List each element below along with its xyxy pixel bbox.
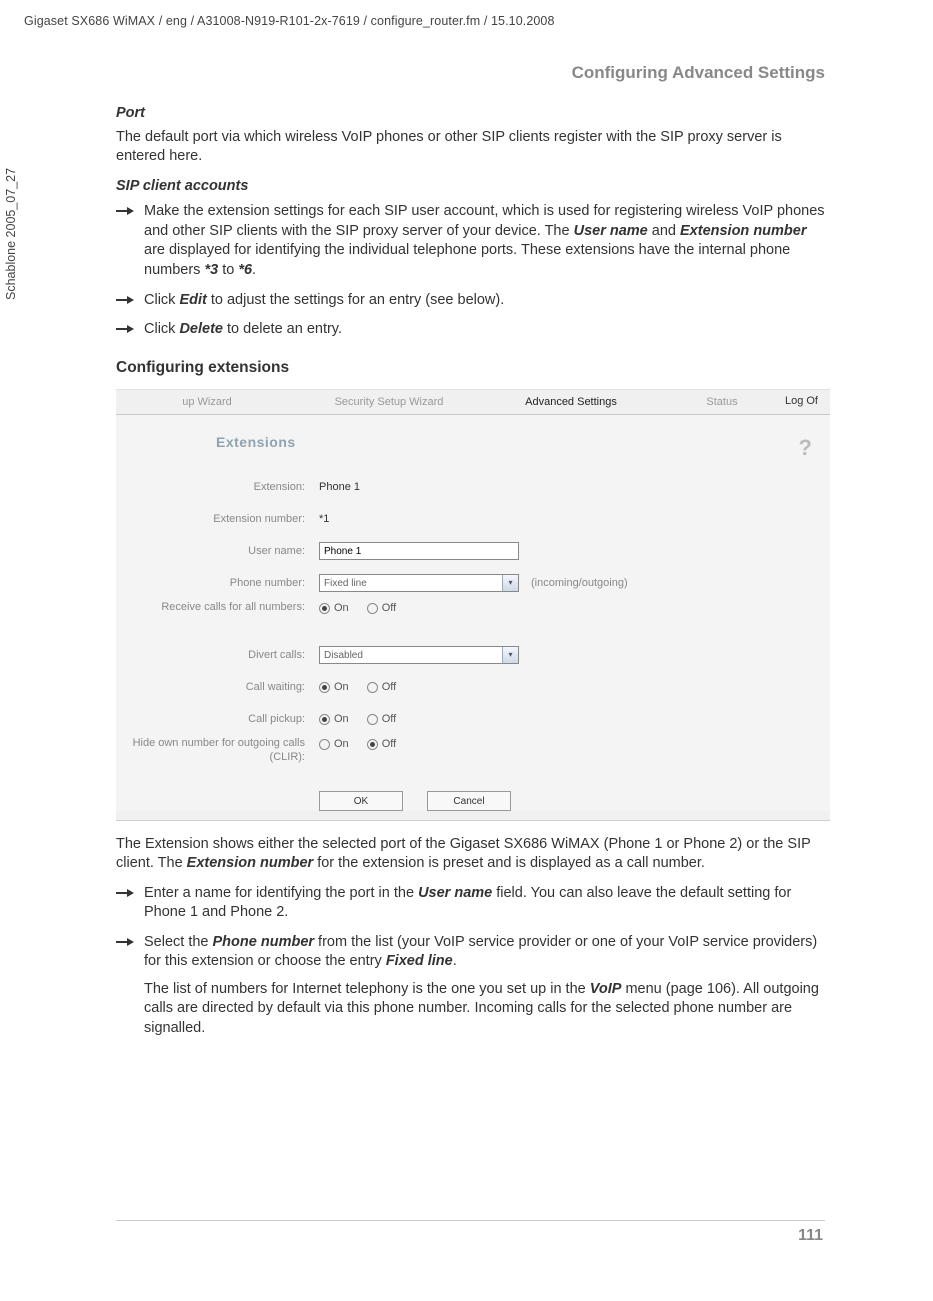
call-pickup-on-radio[interactable]: On bbox=[319, 712, 349, 727]
label-call-pickup: Call pickup: bbox=[116, 713, 319, 726]
step-click-edit: Click Edit to adjust the settings for an… bbox=[116, 291, 830, 311]
label-extension-number: Extension number: bbox=[116, 513, 319, 526]
step-text: Click Delete to delete an entry. bbox=[144, 321, 342, 337]
section-title: Configuring Advanced Settings bbox=[572, 63, 825, 83]
value-extension-number: *1 bbox=[319, 512, 329, 527]
step-select-phone-number: Select the Phone number from the list (y… bbox=[116, 933, 830, 1039]
tab-setup-wizard[interactable]: up Wizard bbox=[116, 395, 298, 410]
step-text: Click Edit to adjust the settings for an… bbox=[144, 292, 504, 308]
label-clir: Hide own number for outgoing calls (CLIR… bbox=[116, 737, 319, 763]
tab-status[interactable]: Status bbox=[662, 395, 782, 410]
paragraph-extension-shows: The Extension shows either the selected … bbox=[116, 835, 830, 874]
arrow-icon bbox=[116, 324, 134, 334]
label-phone-number: Phone number: bbox=[116, 577, 319, 590]
step-text: Select the Phone number from the list (y… bbox=[144, 934, 830, 1036]
paragraph-port: The default port via which wireless VoIP… bbox=[116, 128, 830, 167]
call-waiting-off-radio[interactable]: Off bbox=[367, 680, 396, 695]
panel-title: Extensions bbox=[216, 433, 830, 452]
user-name-input[interactable] bbox=[319, 542, 519, 560]
heading-configuring-extensions: Configuring extensions bbox=[116, 358, 830, 379]
clir-off-radio[interactable]: Off bbox=[367, 737, 396, 752]
tab-bar: up Wizard Security Setup Wizard Advanced… bbox=[116, 392, 830, 414]
step-text: Enter a name for identifying the port in… bbox=[144, 885, 791, 921]
heading-port: Port bbox=[116, 104, 830, 124]
label-divert-calls: Divert calls: bbox=[116, 649, 319, 662]
template-version-vertical: Schablone 2005_07_27 bbox=[4, 168, 18, 300]
phone-number-select[interactable]: Fixed line ▾ bbox=[319, 574, 519, 592]
step-make-extension-settings: Make the extension settings for each SIP… bbox=[116, 202, 830, 280]
chevron-down-icon: ▾ bbox=[502, 647, 518, 663]
call-pickup-off-radio[interactable]: Off bbox=[367, 712, 396, 727]
log-off-link[interactable]: Log Of bbox=[785, 394, 818, 409]
tab-security-wizard[interactable]: Security Setup Wizard bbox=[298, 395, 480, 410]
arrow-icon bbox=[116, 295, 134, 305]
tab-advanced-settings[interactable]: Advanced Settings bbox=[480, 395, 662, 410]
call-waiting-on-radio[interactable]: On bbox=[319, 680, 349, 695]
phone-number-selected: Fixed line bbox=[324, 577, 367, 591]
extensions-panel: Extensions ? Extension: Phone 1 Extensio… bbox=[116, 415, 830, 812]
step-enter-user-name: Enter a name for identifying the port in… bbox=[116, 884, 830, 923]
page-number: 111 bbox=[798, 1227, 823, 1245]
label-extension: Extension: bbox=[116, 481, 319, 494]
header-build-line: Gigaset SX686 WiMAX / eng / A31008-N919-… bbox=[24, 14, 555, 28]
arrow-icon bbox=[116, 888, 134, 898]
label-call-waiting: Call waiting: bbox=[116, 681, 319, 694]
receive-all-off-radio[interactable]: Off bbox=[367, 601, 396, 616]
help-icon[interactable]: ? bbox=[799, 433, 812, 463]
label-receive-all: Receive calls for all numbers: bbox=[116, 601, 319, 614]
divert-calls-selected: Disabled bbox=[324, 649, 363, 663]
label-user-name: User name: bbox=[116, 545, 319, 558]
arrow-icon bbox=[116, 937, 134, 947]
receive-all-on-radio[interactable]: On bbox=[319, 601, 349, 616]
footer-rule bbox=[116, 1220, 825, 1221]
ok-button[interactable]: OK bbox=[319, 791, 403, 811]
router-ui-screenshot: up Wizard Security Setup Wizard Advanced… bbox=[116, 389, 830, 821]
clir-on-radio[interactable]: On bbox=[319, 737, 349, 752]
cancel-button[interactable]: Cancel bbox=[427, 791, 511, 811]
divert-calls-select[interactable]: Disabled ▾ bbox=[319, 646, 519, 664]
arrow-icon bbox=[116, 206, 134, 216]
step-click-delete: Click Delete to delete an entry. bbox=[116, 320, 830, 340]
value-extension: Phone 1 bbox=[319, 480, 360, 495]
heading-sip-accounts: SIP client accounts bbox=[116, 177, 830, 197]
step-text: Make the extension settings for each SIP… bbox=[144, 203, 825, 278]
chevron-down-icon: ▾ bbox=[502, 575, 518, 591]
phone-number-aside: (incoming/outgoing) bbox=[531, 576, 628, 591]
